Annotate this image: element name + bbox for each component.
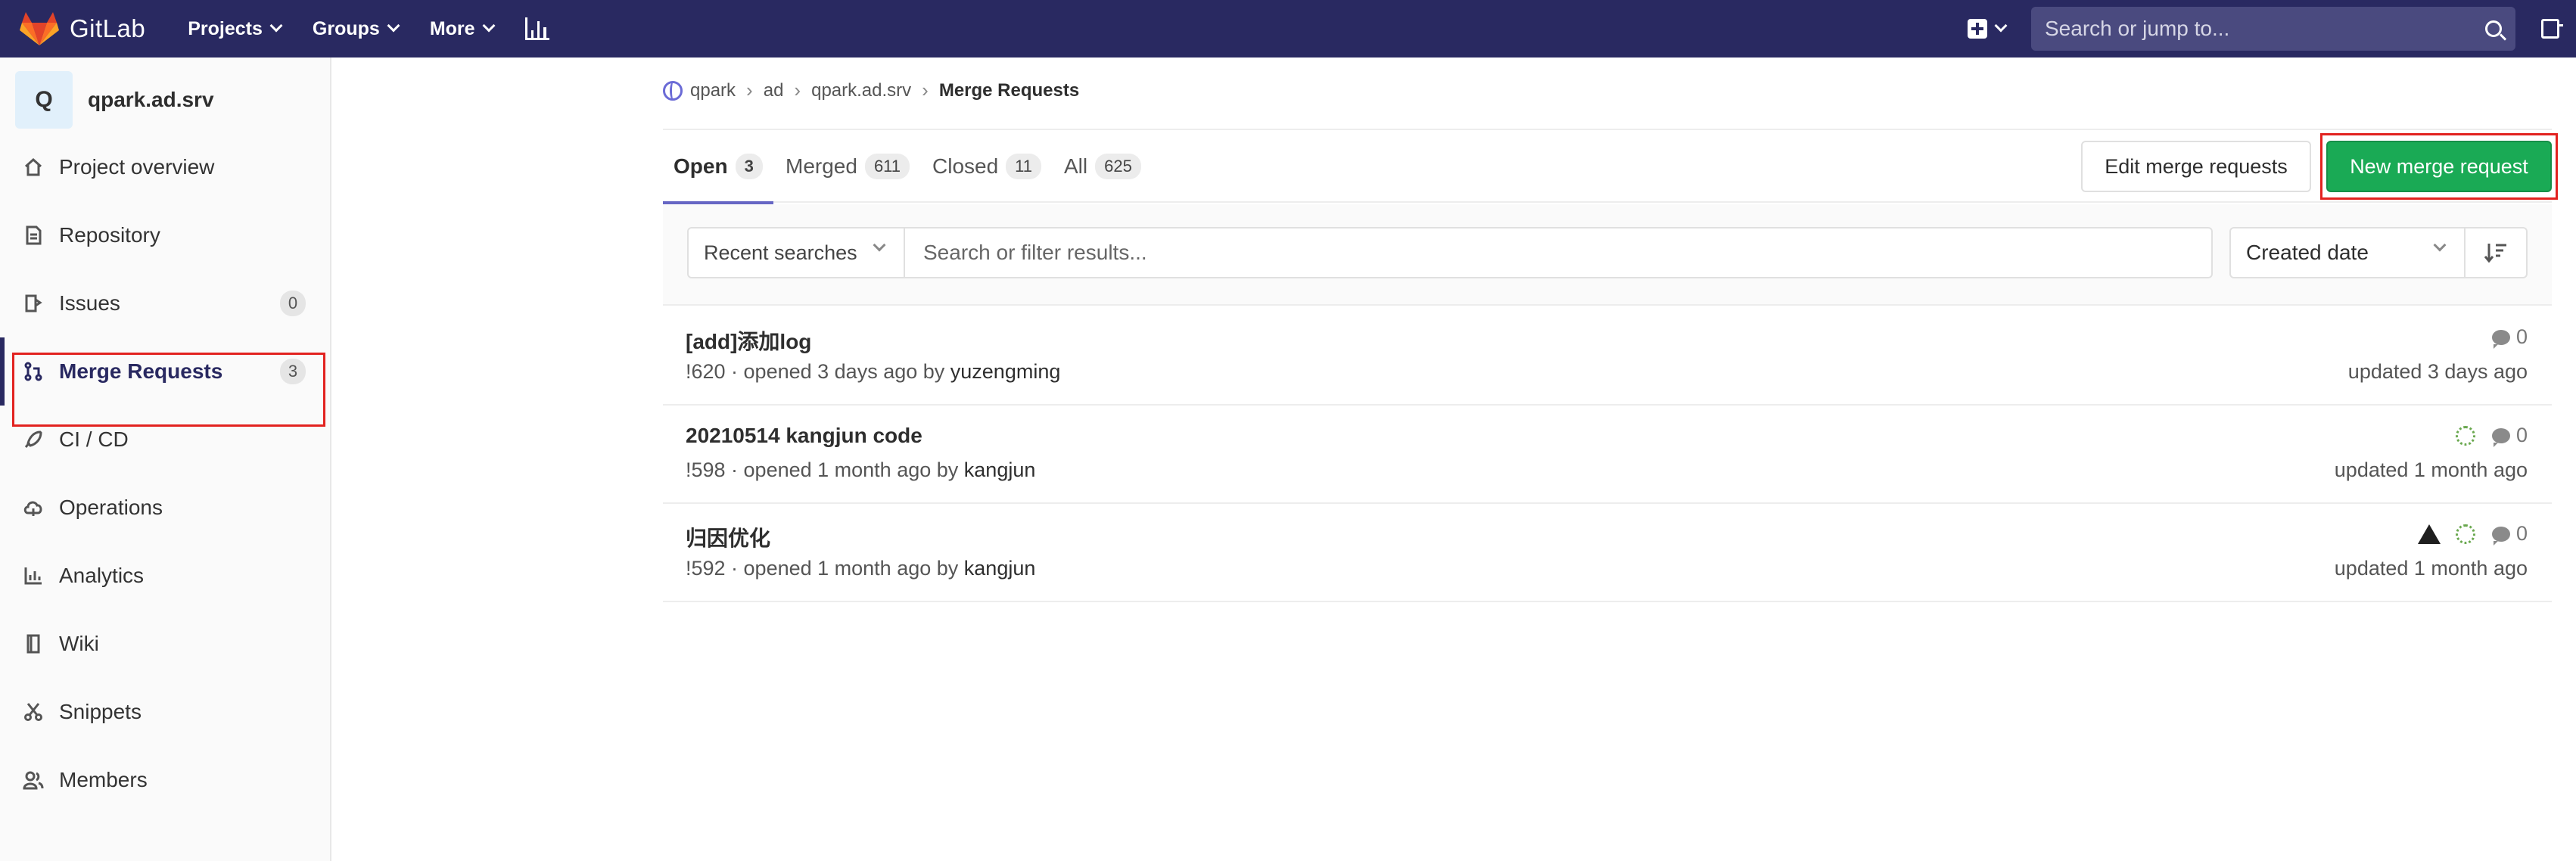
mr-updated: updated 3 days ago: [2347, 360, 2528, 383]
breadcrumb: qpark › ad › qpark.ad.srv › Merge Reques…: [663, 79, 1079, 102]
sort-by-dropdown[interactable]: Created date: [2229, 227, 2466, 278]
tab-merged[interactable]: Merged 611: [786, 130, 910, 203]
sidebar-item-members[interactable]: Members: [0, 746, 330, 814]
comments-icon[interactable]: [2491, 427, 2510, 447]
activity-chart-button[interactable]: [524, 17, 549, 40]
brand-name: GitLab: [70, 14, 146, 42]
sidebar-item-wiki[interactable]: Wiki: [0, 610, 330, 678]
tab-count: 625: [1095, 154, 1141, 179]
chart-icon: [23, 565, 44, 586]
top-navbar: GitLab Projects Groups More Search or ju…: [0, 0, 2576, 58]
chevron-down-icon: [482, 19, 496, 33]
more-menu[interactable]: More: [430, 18, 496, 40]
comments-icon: [2491, 329, 2510, 349]
plus-square-icon: [1968, 19, 1987, 39]
tab-open[interactable]: Open 3: [663, 130, 773, 204]
mr-updated: updated 1 month ago: [2334, 458, 2528, 481]
sidebar-item-snippets[interactable]: Snippets: [0, 678, 330, 746]
tanuki-icon: [20, 12, 59, 45]
global-search-input[interactable]: Search or jump to...: [2031, 7, 2515, 51]
mr-author-link[interactable]: kangjun: [964, 458, 1036, 481]
project-header[interactable]: Q qpark.ad.srv: [15, 71, 330, 129]
new-dropdown-button[interactable]: [1968, 19, 2008, 39]
mr-title-link[interactable]: [add]添加log: [686, 325, 811, 356]
breadcrumb-ad[interactable]: ad: [764, 80, 784, 101]
mr-author-link[interactable]: kangjun: [964, 557, 1036, 580]
mr-author-link[interactable]: yuzengming: [950, 360, 1061, 383]
merge-request-row: 归因优化 !592 · opened 1 month ago by kangju…: [663, 504, 2552, 602]
chevron-right-icon: ›: [794, 79, 801, 101]
mr-meta: !598 · opened 1 month ago by kangjun: [686, 458, 1036, 481]
chevron-down-icon: [2433, 238, 2447, 252]
users-icon: [23, 769, 44, 791]
groups-menu[interactable]: Groups: [313, 18, 400, 40]
active-indicator: [0, 337, 5, 406]
tab-all[interactable]: All 625: [1064, 130, 1141, 203]
filter-search-input[interactable]: Search or filter results...: [904, 227, 2213, 278]
mr-status-group: 0: [2417, 522, 2528, 546]
tab-count: 3: [735, 154, 763, 179]
chevron-right-icon: ›: [746, 79, 753, 101]
sidebar-item-project-overview[interactable]: Project overview: [0, 133, 330, 201]
sidebar-item-issues[interactable]: Issues 0: [0, 269, 330, 337]
mr-updated: updated 1 month ago: [2334, 557, 2528, 580]
edit-merge-requests-button[interactable]: Edit merge requests: [2081, 141, 2311, 192]
merge-request-row: [add]添加log !620 · opened 3 days ago by y…: [663, 307, 2552, 406]
gitlab-logo[interactable]: GitLab: [20, 11, 145, 47]
tab-count: 611: [864, 154, 910, 179]
chevron-right-icon: ›: [922, 79, 929, 101]
mr-title-link[interactable]: 归因优化: [686, 522, 770, 552]
pipeline-status-icon[interactable]: [2455, 524, 2475, 544]
sidebar-item-repository[interactable]: Repository: [0, 201, 330, 269]
mr-meta: !592 · opened 1 month ago by kangjun: [686, 557, 1036, 580]
breadcrumb-project[interactable]: qpark.ad.srv: [811, 80, 911, 101]
home-icon: [23, 157, 44, 178]
project-avatar: Q: [15, 71, 73, 129]
chevron-down-icon: [873, 238, 886, 252]
chevron-down-icon: [387, 19, 400, 33]
issues-icon: [23, 293, 44, 314]
tab-count: 11: [1006, 154, 1042, 179]
warning-icon[interactable]: [2417, 524, 2441, 544]
projects-menu[interactable]: Projects: [188, 18, 283, 40]
todo-icon[interactable]: [2541, 19, 2563, 39]
highlight-merge-requests: [12, 353, 325, 427]
chevron-down-icon: [269, 19, 283, 33]
tab-closed[interactable]: Closed 11: [932, 130, 1042, 203]
pipeline-status-icon[interactable]: [2455, 425, 2475, 446]
rocket-icon: [23, 429, 44, 450]
doc-icon: [23, 225, 44, 246]
project-sidebar: Q qpark.ad.srv Project overview Reposito…: [0, 58, 331, 861]
recent-searches-dropdown[interactable]: Recent searches: [687, 227, 905, 278]
sort-direction-button[interactable]: [2464, 227, 2528, 278]
mr-meta: !620 · opened 3 days ago by yuzengming: [686, 360, 1061, 383]
mr-title-link[interactable]: 20210514 kangjun code: [686, 424, 922, 448]
bar-chart-icon: [524, 17, 549, 40]
group-avatar-icon: [663, 80, 683, 101]
chevron-down-icon: [1994, 19, 2008, 33]
book-icon: [23, 633, 44, 654]
breadcrumb-current[interactable]: Merge Requests: [939, 80, 1079, 101]
comments-icon[interactable]: [2491, 526, 2510, 546]
issues-count-badge: 0: [280, 291, 306, 316]
scissors-icon: [23, 701, 44, 723]
sidebar-item-analytics[interactable]: Analytics: [0, 542, 330, 610]
filter-bar: Recent searches Search or filter results…: [663, 204, 2552, 306]
cloud-icon: [23, 497, 44, 518]
mr-status-group: 0: [2455, 424, 2528, 447]
sidebar-item-operations[interactable]: Operations: [0, 474, 330, 542]
breadcrumb-qpark[interactable]: qpark: [690, 80, 736, 101]
merge-request-row: 20210514 kangjun code !598 · opened 1 mo…: [663, 406, 2552, 504]
highlight-new-merge-request: [2320, 133, 2558, 200]
mr-comments[interactable]: 0: [2491, 325, 2528, 349]
sort-lowest-icon: [2484, 244, 2506, 263]
search-icon: [2485, 20, 2502, 37]
project-name: qpark.ad.srv: [88, 88, 214, 111]
